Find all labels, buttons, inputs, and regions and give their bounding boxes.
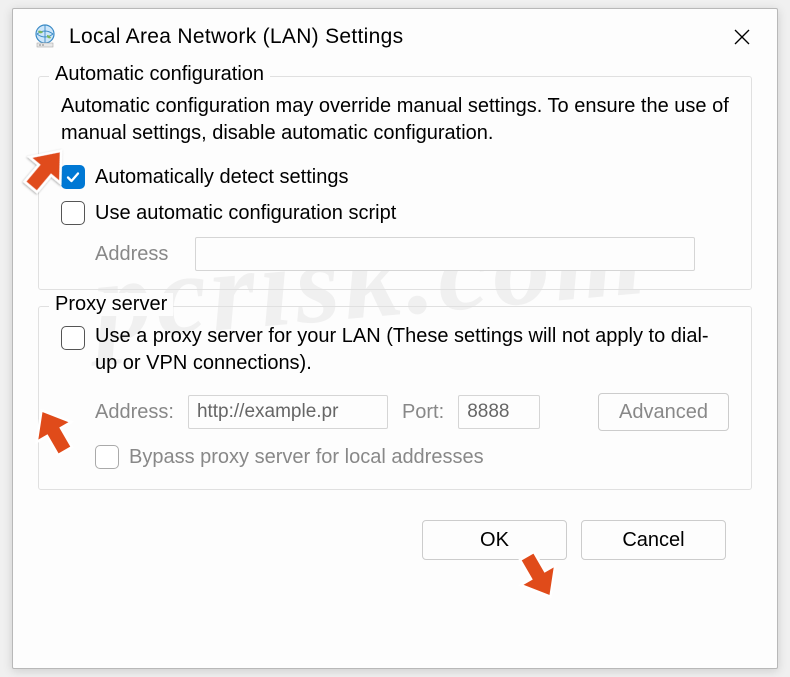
close-button[interactable] bbox=[719, 14, 765, 60]
use-script-row: Use automatic configuration script bbox=[61, 201, 729, 225]
window-title: Local Area Network (LAN) Settings bbox=[69, 25, 719, 49]
group-legend: Automatic configuration bbox=[49, 63, 270, 86]
use-script-label: Use automatic configuration script bbox=[95, 202, 396, 225]
bypass-checkbox[interactable] bbox=[95, 445, 119, 469]
dialog-content: Automatic configuration Automatic config… bbox=[13, 64, 777, 560]
use-proxy-checkbox[interactable] bbox=[61, 326, 85, 350]
script-address-input[interactable] bbox=[195, 237, 695, 271]
ok-button[interactable]: OK bbox=[422, 520, 567, 560]
close-icon bbox=[733, 28, 751, 46]
bypass-label: Bypass proxy server for local addresses bbox=[129, 446, 484, 469]
globe-icon bbox=[31, 23, 59, 51]
automatic-configuration-group: Automatic configuration Automatic config… bbox=[38, 76, 752, 290]
auto-detect-checkbox[interactable] bbox=[61, 165, 85, 189]
proxy-fields: Address: Port: Advanced bbox=[95, 393, 729, 431]
auto-detect-row: Automatically detect settings bbox=[61, 165, 729, 189]
titlebar: Local Area Network (LAN) Settings bbox=[13, 9, 777, 64]
proxy-port-label: Port: bbox=[402, 401, 444, 424]
use-proxy-label: Use a proxy server for your LAN (These s… bbox=[95, 323, 729, 377]
group-legend: Proxy server bbox=[49, 293, 173, 316]
script-address-row: Address bbox=[61, 237, 729, 271]
cancel-button[interactable]: Cancel bbox=[581, 520, 726, 560]
proxy-address-label: Address: bbox=[95, 401, 174, 424]
proxy-address-input[interactable] bbox=[188, 395, 388, 429]
use-proxy-row: Use a proxy server for your LAN (These s… bbox=[61, 323, 729, 377]
bypass-row: Bypass proxy server for local addresses bbox=[95, 445, 729, 469]
checkmark-icon bbox=[65, 169, 81, 185]
use-script-checkbox[interactable] bbox=[61, 201, 85, 225]
advanced-button[interactable]: Advanced bbox=[598, 393, 729, 431]
auto-detect-label: Automatically detect settings bbox=[95, 166, 348, 189]
auto-config-description: Automatic configuration may override man… bbox=[61, 93, 729, 147]
proxy-server-group: Proxy server Use a proxy server for your… bbox=[38, 306, 752, 490]
dialog-footer: OK Cancel bbox=[38, 506, 752, 560]
proxy-port-input[interactable] bbox=[458, 395, 540, 429]
lan-settings-dialog: Local Area Network (LAN) Settings pcrisk… bbox=[12, 8, 778, 669]
script-address-label: Address bbox=[95, 243, 185, 266]
